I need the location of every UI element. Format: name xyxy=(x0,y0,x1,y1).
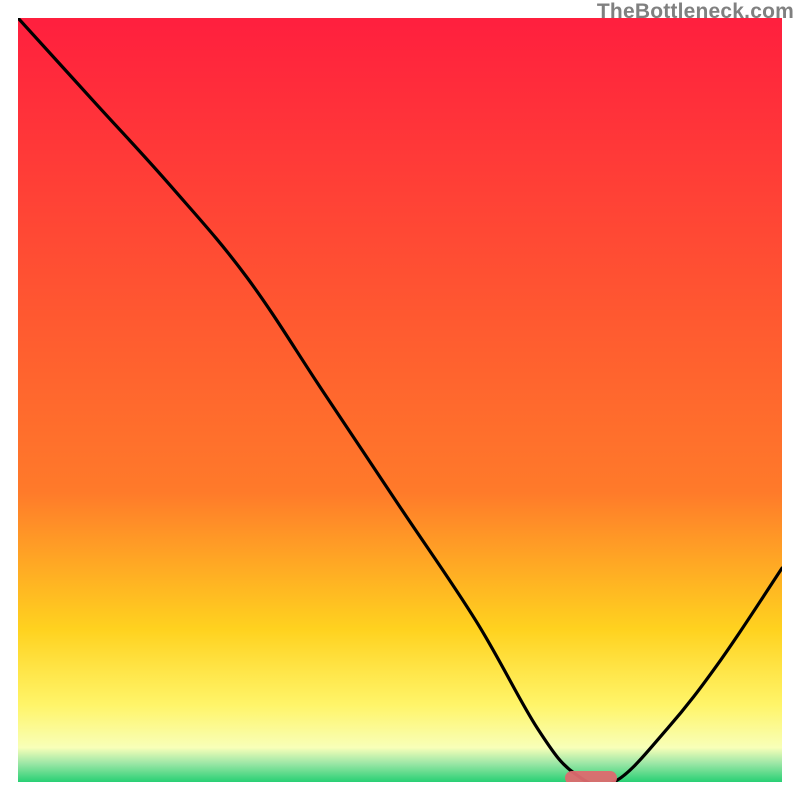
optimal-marker xyxy=(565,771,617,782)
plot-area xyxy=(18,18,782,782)
curve-layer xyxy=(18,18,782,782)
bottleneck-curve xyxy=(18,18,782,782)
bottleneck-chart: TheBottleneck.com xyxy=(0,0,800,800)
